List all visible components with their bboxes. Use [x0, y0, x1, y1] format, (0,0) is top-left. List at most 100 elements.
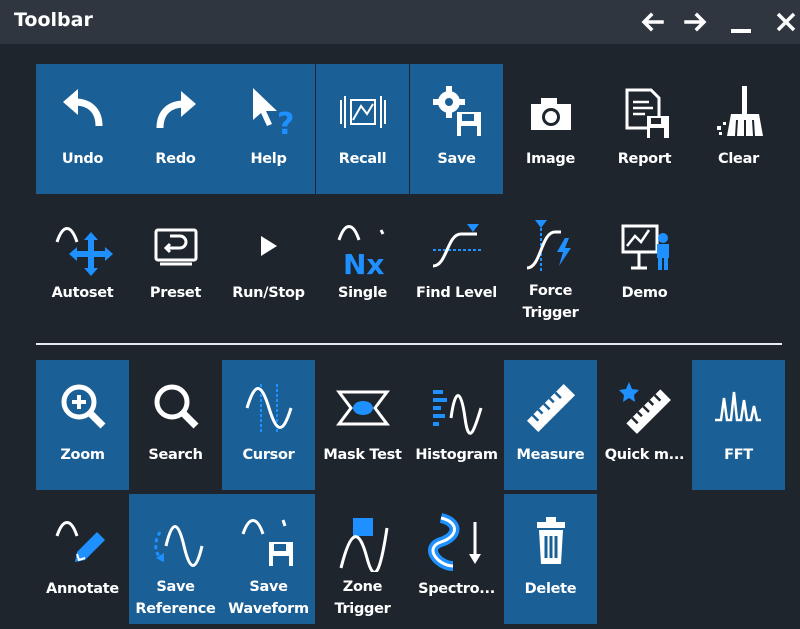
cursor-icon [239, 378, 299, 438]
find-level-button[interactable]: Find Level [410, 198, 503, 328]
delete-label: Delete [524, 581, 577, 597]
spectrogram-icon [427, 512, 487, 572]
report-button[interactable]: Report [598, 64, 691, 194]
annotate-label: Annotate [46, 581, 119, 597]
recall-button[interactable]: Recall [316, 64, 409, 194]
svg-text:Nx: Nx [343, 248, 385, 276]
image-button[interactable]: Image [504, 64, 597, 194]
save-reference-label-line2: Reference [135, 601, 216, 617]
mask-test-label: Mask Test [323, 447, 402, 463]
zone-trigger-label: Zone Trigger [316, 576, 409, 620]
quick-measure-label: Quick m... [604, 447, 685, 463]
measure-ruler-icon [521, 378, 581, 438]
clear-label: Clear [718, 151, 759, 167]
svg-text:?: ? [277, 107, 294, 142]
search-label: Search [148, 447, 203, 463]
help-label: Help [250, 151, 287, 167]
arrow-left-icon[interactable] [638, 8, 666, 36]
save-reference-button[interactable]: Save Reference [129, 494, 222, 624]
preset-label: Preset [149, 285, 202, 301]
single-label: Single [337, 285, 388, 301]
section-divider [36, 343, 782, 345]
camera-icon [521, 82, 581, 142]
save-waveform-button[interactable]: Save Waveform [222, 494, 315, 624]
preset-button[interactable]: Preset [129, 198, 222, 328]
cursor-button[interactable]: Cursor [222, 360, 315, 490]
measure-label: Measure [516, 447, 585, 463]
redo-icon [146, 82, 206, 142]
run-stop-button[interactable]: Run/Stop [222, 198, 315, 328]
save-icon [427, 82, 487, 142]
force-trigger-button[interactable]: Force Trigger [504, 198, 597, 328]
undo-icon [53, 82, 113, 142]
run-stop-label: Run/Stop [232, 285, 305, 301]
mask-test-button[interactable]: Mask Test [316, 360, 409, 490]
force-trigger-label-line1: Force [528, 283, 573, 299]
trash-icon [521, 512, 581, 572]
annotate-pen-icon [53, 512, 113, 572]
redo-label: Redo [155, 151, 196, 167]
zoom-label: Zoom [60, 447, 105, 463]
save-waveform-label-line1: Save [249, 579, 288, 595]
image-label: Image [525, 151, 575, 167]
demo-presenter-icon [615, 216, 675, 276]
autoset-icon [53, 216, 113, 276]
recall-label: Recall [338, 151, 387, 167]
search-button[interactable]: Search [129, 360, 222, 490]
fft-icon [709, 378, 769, 438]
zone-trigger-button[interactable]: Zone Trigger [316, 494, 409, 624]
play-icon [239, 216, 299, 276]
search-icon [146, 378, 206, 438]
help-button[interactable]: ? Help [222, 64, 315, 194]
zone-trigger-label-line2: Trigger [334, 601, 391, 617]
force-trigger-label: Force Trigger [504, 280, 597, 324]
force-trigger-label-line2: Trigger [522, 305, 579, 321]
recall-icon [333, 82, 393, 142]
minimize-icon[interactable] [728, 8, 756, 36]
save-waveform-label-line2: Waveform [228, 601, 309, 617]
cursor-label: Cursor [242, 447, 295, 463]
histogram-button[interactable]: Histogram [410, 360, 503, 490]
quick-measure-button[interactable]: Quick m... [598, 360, 691, 490]
arrow-right-icon[interactable] [682, 8, 710, 36]
save-label: Save [437, 151, 476, 167]
zone-trigger-label-line1: Zone [342, 579, 383, 595]
save-waveform-label: Save Waveform [222, 576, 315, 620]
single-nx-icon: Nx [333, 216, 393, 276]
help-icon: ? [239, 82, 299, 142]
force-trigger-icon [521, 216, 581, 276]
spectrogram-label: Spectro... [418, 581, 495, 597]
demo-button[interactable]: Demo [598, 198, 691, 328]
toolbar-window: Toolbar Undo Redo ? Help Recall Save Ima… [0, 0, 800, 629]
save-reference-label-line1: Save [156, 579, 195, 595]
undo-button[interactable]: Undo [36, 64, 129, 194]
mask-test-icon [333, 378, 393, 438]
demo-label: Demo [621, 285, 668, 301]
single-button[interactable]: Nx Single [316, 198, 409, 328]
undo-label: Undo [61, 151, 104, 167]
close-icon[interactable] [772, 8, 800, 36]
save-waveform-icon [239, 512, 299, 572]
save-button[interactable]: Save [410, 64, 503, 194]
redo-button[interactable]: Redo [129, 64, 222, 194]
zoom-button[interactable]: Zoom [36, 360, 129, 490]
window-title: Toolbar [14, 9, 93, 31]
save-reference-label: Save Reference [129, 576, 222, 620]
annotate-button[interactable]: Annotate [36, 494, 129, 624]
measure-button[interactable]: Measure [504, 360, 597, 490]
fft-button[interactable]: FFT [692, 360, 785, 490]
zone-trigger-icon [333, 512, 393, 572]
histogram-label: Histogram [415, 447, 498, 463]
spectrogram-button[interactable]: Spectro... [410, 494, 503, 624]
clear-broom-icon [709, 82, 769, 142]
delete-button[interactable]: Delete [504, 494, 597, 624]
fft-label: FFT [724, 447, 753, 463]
autoset-button[interactable]: Autoset [36, 198, 129, 328]
quick-measure-icon [615, 378, 675, 438]
autoset-label: Autoset [51, 285, 114, 301]
clear-button[interactable]: Clear [692, 64, 785, 194]
save-reference-icon [146, 512, 206, 572]
find-level-icon [427, 216, 487, 276]
preset-icon [146, 216, 206, 276]
report-icon [615, 82, 675, 142]
